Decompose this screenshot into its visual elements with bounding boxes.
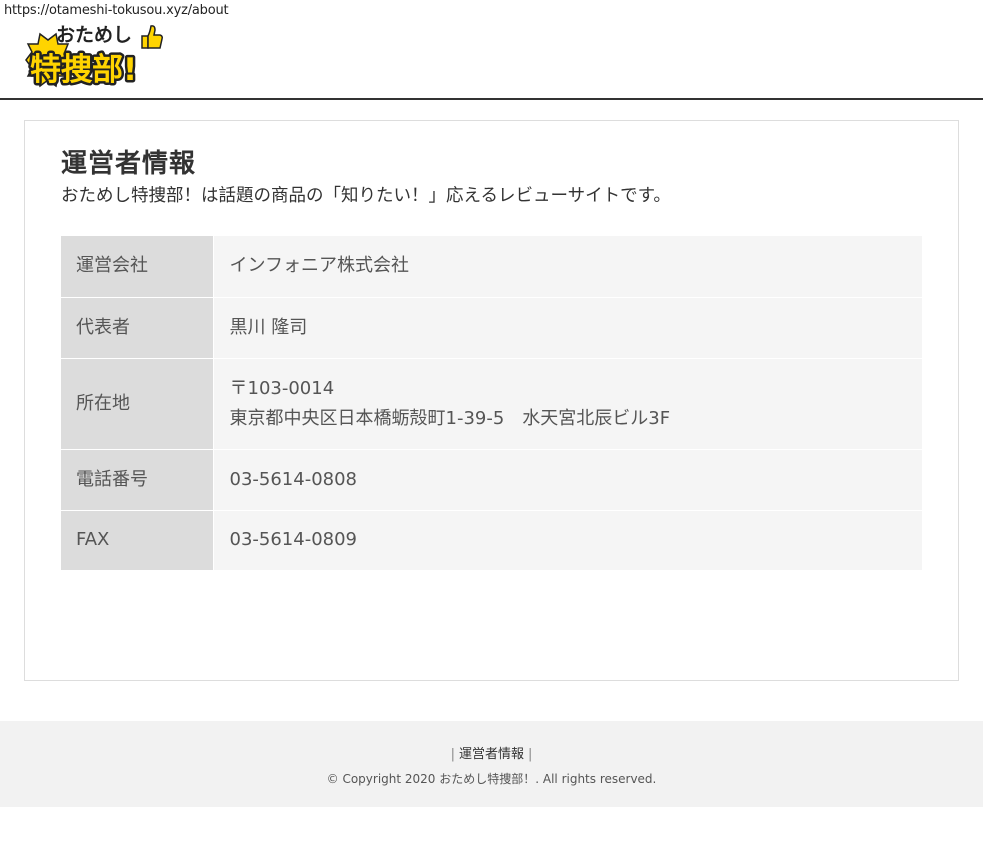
footer-link-about[interactable]: 運営者情報	[459, 747, 524, 762]
page-lead: おためし特捜部！は話題の商品の「知りたい！」応えるレビューサイトです。	[61, 186, 671, 206]
address-street: 東京都中央区日本橋蛎殻町1-39-5 水天宮北辰ビル3F	[229, 407, 671, 429]
row-label-phone: 電話番号	[61, 449, 214, 511]
site-header: おためし 特捜部!	[0, 0, 983, 100]
about-card: 運営者情報 おためし特捜部！は話題の商品の「知りたい！」応えるレビューサイトです…	[24, 120, 959, 681]
table-row: 運営会社 インフォニア株式会社	[61, 236, 922, 298]
row-label-address: 所在地	[61, 358, 214, 450]
row-label-company: 運営会社	[61, 236, 214, 298]
svg-text:おためし: おためし	[56, 24, 132, 46]
row-value-fax: 03-5614-0809	[213, 510, 922, 571]
address-postal-code: 〒103-0014	[229, 377, 335, 399]
row-value-representative: 黒川 隆司	[213, 297, 922, 359]
table-row: 代表者 黒川 隆司	[61, 297, 922, 359]
row-value-company: インフォニア株式会社	[213, 236, 922, 298]
logo-graphic: おためし 特捜部!	[25, 24, 163, 91]
footer-nav: | 運営者情報 |	[0, 743, 983, 762]
row-value-address: 〒103-0014 東京都中央区日本橋蛎殻町1-39-5 水天宮北辰ビル3F	[213, 358, 922, 450]
table-row: 所在地 〒103-0014 東京都中央区日本橋蛎殻町1-39-5 水天宮北辰ビル…	[61, 358, 922, 450]
svg-text:特捜部!: 特捜部!	[30, 52, 137, 88]
page-title: 運営者情報	[61, 149, 197, 179]
table-row: 電話番号 03-5614-0808	[61, 449, 922, 511]
table-row: FAX 03-5614-0809	[61, 510, 922, 571]
company-info-table: 運営会社 インフォニア株式会社 代表者 黒川 隆司 所在地 〒103-0014 …	[61, 236, 922, 571]
row-value-phone: 03-5614-0808	[213, 449, 922, 511]
site-footer: | 運営者情報 | © Copyright 2020 おためし特捜部！. All r…	[0, 721, 983, 807]
row-label-representative: 代表者	[61, 297, 214, 359]
row-label-fax: FAX	[61, 510, 214, 571]
footer-nav-separator-left: |	[450, 747, 455, 762]
copyright-text: © Copyright 2020 おためし特捜部！. All rights re…	[326, 772, 657, 786]
site-logo[interactable]: おためし 特捜部!	[24, 22, 169, 92]
footer-nav-separator-right: |	[528, 747, 533, 762]
thumbs-up-icon	[141, 25, 163, 49]
